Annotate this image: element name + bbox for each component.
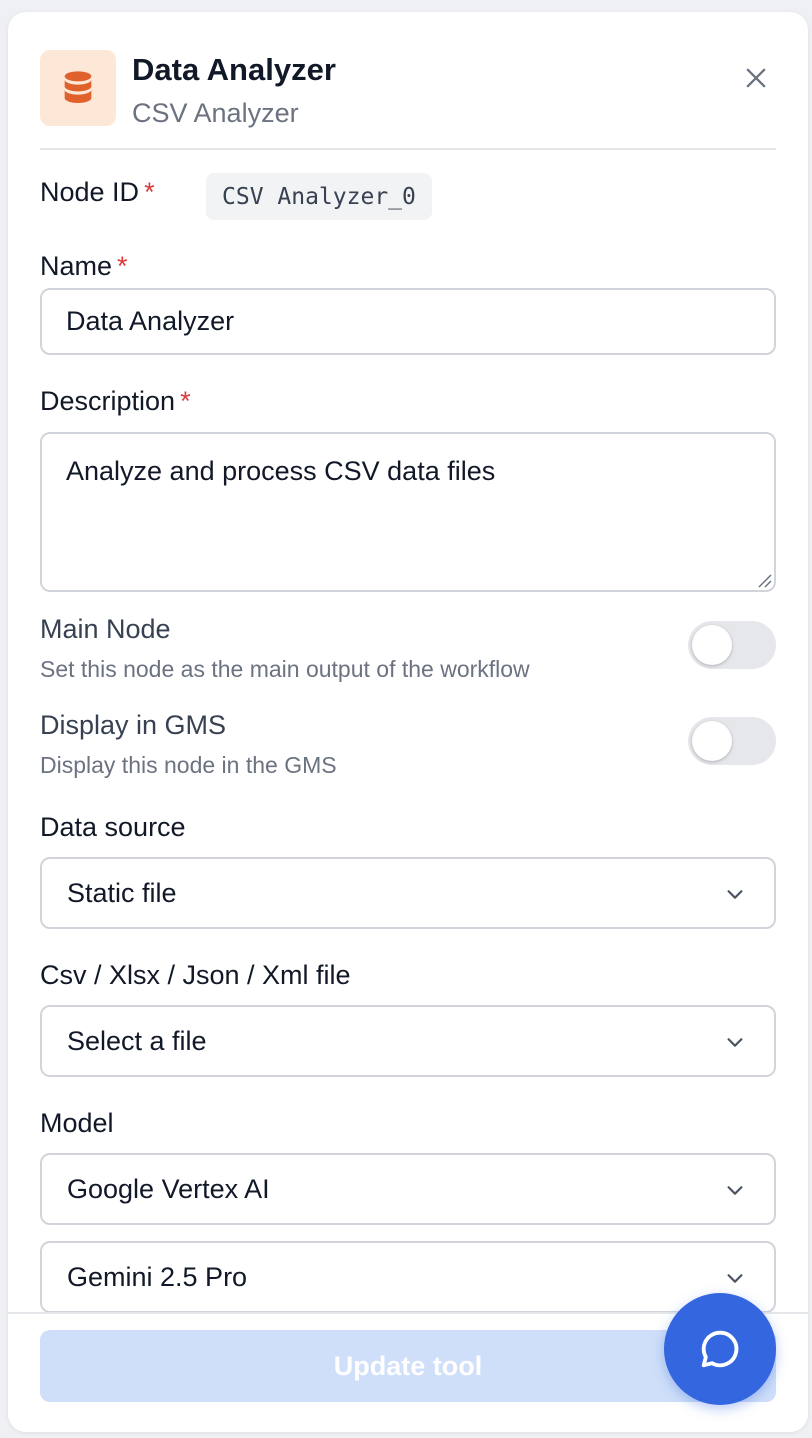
model-provider-value: Google Vertex AI [67, 1174, 270, 1204]
panel-subtitle: CSV Analyzer [132, 98, 299, 128]
name-label: Name * [40, 251, 128, 281]
model-provider-select[interactable]: Google Vertex AI [40, 1153, 776, 1225]
file-label: Csv / Xlsx / Json / Xml file [40, 960, 351, 990]
data-source-value: Static file [67, 878, 177, 908]
toggle-knob [692, 721, 732, 761]
main-node-toggle[interactable] [688, 621, 776, 669]
chevron-down-icon [727, 1274, 743, 1283]
file-select[interactable]: Select a file [40, 1005, 776, 1077]
model-label: Model [40, 1108, 114, 1138]
chat-bubble-icon [701, 1330, 739, 1368]
toggle-knob [692, 625, 732, 665]
chevron-down-icon [727, 1186, 743, 1195]
display-gms-title: Display in GMS [40, 710, 227, 740]
main-node-title: Main Node [40, 614, 171, 644]
model-name-select[interactable]: Gemini 2.5 Pro [40, 1241, 776, 1313]
data-source-select[interactable]: Static file [40, 857, 776, 929]
header-divider [40, 148, 776, 150]
main-node-description: Set this node as the main output of the … [40, 656, 530, 682]
node-config-panel: Data Analyzer CSV Analyzer Node ID * CSV … [8, 12, 808, 1432]
node-id-label: Node ID * [40, 177, 155, 207]
chevron-down-icon [727, 890, 743, 899]
name-input[interactable] [40, 288, 776, 355]
panel-title: Data Analyzer [132, 52, 336, 87]
resize-handle-icon[interactable] [756, 572, 772, 588]
close-button[interactable] [736, 58, 776, 98]
description-label: Description * [40, 386, 191, 416]
chat-button[interactable] [664, 1293, 776, 1405]
model-name-value: Gemini 2.5 Pro [67, 1262, 248, 1292]
display-gms-description: Display this node in the GMS [40, 752, 337, 778]
close-icon [746, 68, 766, 88]
required-asterisk: * [144, 177, 155, 207]
file-select-value: Select a file [67, 1026, 207, 1056]
panel-header: Data Analyzer CSV Analyzer [40, 50, 776, 148]
chevron-down-icon [727, 1038, 743, 1047]
required-asterisk: * [117, 251, 128, 281]
database-icon [40, 50, 116, 126]
display-gms-toggle[interactable] [688, 717, 776, 765]
node-id-value: CSV Analyzer_0 [206, 173, 432, 220]
data-source-label: Data source [40, 812, 186, 842]
required-asterisk: * [180, 386, 191, 416]
description-textarea[interactable]: Analyze and process CSV data files [40, 432, 776, 592]
